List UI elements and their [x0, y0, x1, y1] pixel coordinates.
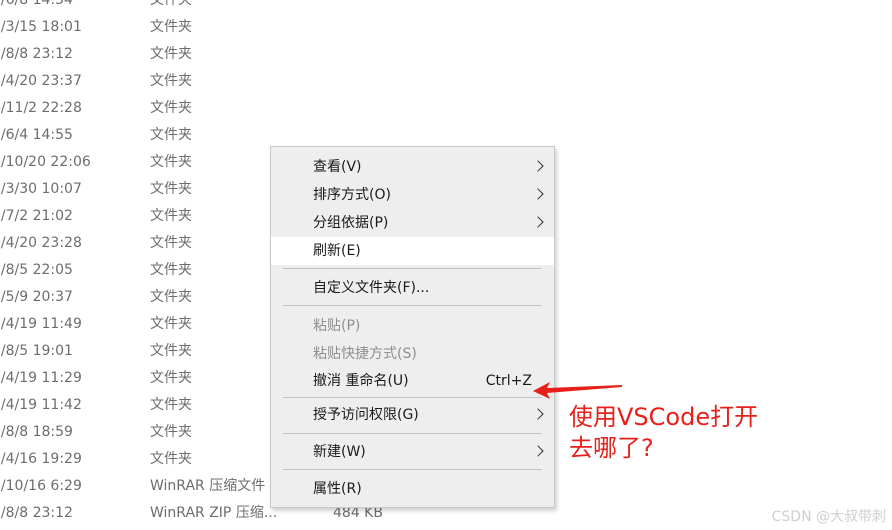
- file-date: 4/4/20 23:28: [0, 235, 82, 251]
- file-type: 文件夹: [150, 451, 192, 467]
- file-date: 4/10/20 22:06: [0, 154, 91, 170]
- annotation-line-2: 去哪了?: [569, 434, 654, 462]
- file-row[interactable]: 5/3/15 18:01 文件夹: [0, 14, 892, 41]
- menu-item-label: 粘贴(P): [313, 318, 361, 334]
- file-date: 5/5/9 20:37: [0, 289, 73, 305]
- file-date: 4/4/20 23:37: [0, 73, 82, 89]
- file-type: 文件夹: [150, 208, 192, 224]
- menu-item-label: 撤消 重命名(U): [313, 373, 409, 389]
- chevron-right-icon: [532, 188, 544, 200]
- file-type: 文件夹: [150, 343, 192, 359]
- file-date: 5/6/8 14:54: [0, 0, 73, 8]
- context-menu: 查看(V) 排序方式(O) 分组依据(P) 刷新(E) 自定义文件夹(F)...…: [270, 146, 555, 508]
- file-date: 5/6/4 14:55: [0, 127, 73, 143]
- file-date: 5/4/19 11:42: [0, 397, 82, 413]
- menu-item-label: 排序方式(O): [313, 187, 391, 203]
- file-type: 文件夹: [150, 73, 192, 89]
- file-type: 文件夹: [150, 397, 192, 413]
- file-type: 文件夹: [150, 100, 192, 116]
- menu-separator: [283, 469, 542, 470]
- file-type: 文件夹: [150, 316, 192, 332]
- menu-item-sort-by[interactable]: 排序方式(O): [271, 181, 554, 209]
- file-row[interactable]: 4/4/20 23:37 文件夹: [0, 68, 892, 95]
- file-date: 4/11/2 22:28: [0, 100, 82, 116]
- menu-item-customize-folder[interactable]: 自定义文件夹(F)...: [271, 274, 554, 302]
- file-date: 5/8/5 22:05: [0, 262, 73, 278]
- menu-item-undo-rename[interactable]: 撤消 重命名(U) Ctrl+Z: [271, 367, 554, 395]
- file-date: 5/8/8 18:59: [0, 424, 73, 440]
- menu-item-paste-shortcut[interactable]: 粘贴快捷方式(S): [271, 340, 554, 368]
- menu-item-shortcut: Ctrl+Z: [485, 373, 532, 389]
- file-row[interactable]: 4/11/2 22:28 文件夹: [0, 95, 892, 122]
- file-type: 文件夹: [150, 235, 192, 251]
- file-row[interactable]: 5/8/8 23:12 文件夹: [0, 41, 892, 68]
- file-row[interactable]: 5/6/4 14:55 文件夹: [0, 122, 892, 149]
- file-type: 文件夹: [150, 424, 192, 440]
- menu-item-label: 分组依据(P): [313, 215, 389, 231]
- file-type: 文件夹: [150, 289, 192, 305]
- chevron-right-icon: [532, 445, 544, 457]
- menu-separator: [283, 268, 542, 269]
- annotation-line-1: 使用VSCode打开: [569, 403, 759, 431]
- menu-item-label: 新建(W): [313, 444, 366, 460]
- file-type: 文件夹: [150, 262, 192, 278]
- file-date: 5/3/15 18:01: [0, 19, 82, 35]
- annotation-arrow-icon: [533, 382, 622, 399]
- chevron-right-icon: [532, 216, 544, 228]
- file-date: 5/8/8 23:12: [0, 505, 73, 521]
- menu-item-grant-access[interactable]: 授予访问权限(G): [271, 401, 554, 429]
- file-date: 5/4/19 11:29: [0, 370, 82, 386]
- file-date: 4/10/16 6:29: [0, 478, 82, 494]
- menu-item-new[interactable]: 新建(W): [271, 438, 554, 466]
- menu-separator: [283, 397, 542, 398]
- file-date: 5/3/30 10:07: [0, 181, 82, 197]
- file-type: 文件夹: [150, 154, 192, 170]
- menu-item-paste[interactable]: 粘贴(P): [271, 312, 554, 340]
- watermark: CSDN @大叔带刺: [771, 509, 886, 525]
- file-type: 文件夹: [150, 370, 192, 386]
- file-type: 文件夹: [150, 181, 192, 197]
- menu-item-refresh[interactable]: 刷新(E): [271, 237, 554, 265]
- chevron-right-icon: [532, 160, 544, 172]
- file-date: 5/4/16 19:29: [0, 451, 82, 467]
- file-date: 5/8/5 19:01: [0, 343, 73, 359]
- annotation-text: 使用VSCode打开 去哪了?: [569, 402, 799, 464]
- menu-item-view[interactable]: 查看(V): [271, 153, 554, 181]
- menu-item-label: 粘贴快捷方式(S): [313, 346, 417, 362]
- file-type: 文件夹: [150, 46, 192, 62]
- menu-separator: [283, 433, 542, 434]
- menu-item-group-by[interactable]: 分组依据(P): [271, 209, 554, 237]
- menu-separator: [283, 305, 542, 306]
- file-date: 5/4/19 11:49: [0, 316, 82, 332]
- menu-item-label: 自定义文件夹(F)...: [313, 280, 430, 296]
- menu-item-label: 属性(R): [313, 481, 362, 497]
- file-type: WinRAR ZIP 压缩...: [150, 505, 278, 521]
- menu-item-label: 刷新(E): [313, 243, 361, 259]
- menu-item-properties[interactable]: 属性(R): [271, 475, 554, 503]
- file-type: 文件夹: [150, 0, 192, 8]
- chevron-right-icon: [532, 408, 544, 420]
- menu-item-label: 查看(V): [313, 159, 362, 175]
- menu-item-label: 授予访问权限(G): [313, 407, 419, 423]
- file-type: WinRAR 压缩文件: [150, 478, 266, 494]
- file-type: 文件夹: [150, 19, 192, 35]
- file-date: 5/7/2 21:02: [0, 208, 73, 224]
- file-date: 5/8/8 23:12: [0, 46, 73, 62]
- file-row[interactable]: 5/6/8 14:54 文件夹: [0, 0, 892, 14]
- file-type: 文件夹: [150, 127, 192, 143]
